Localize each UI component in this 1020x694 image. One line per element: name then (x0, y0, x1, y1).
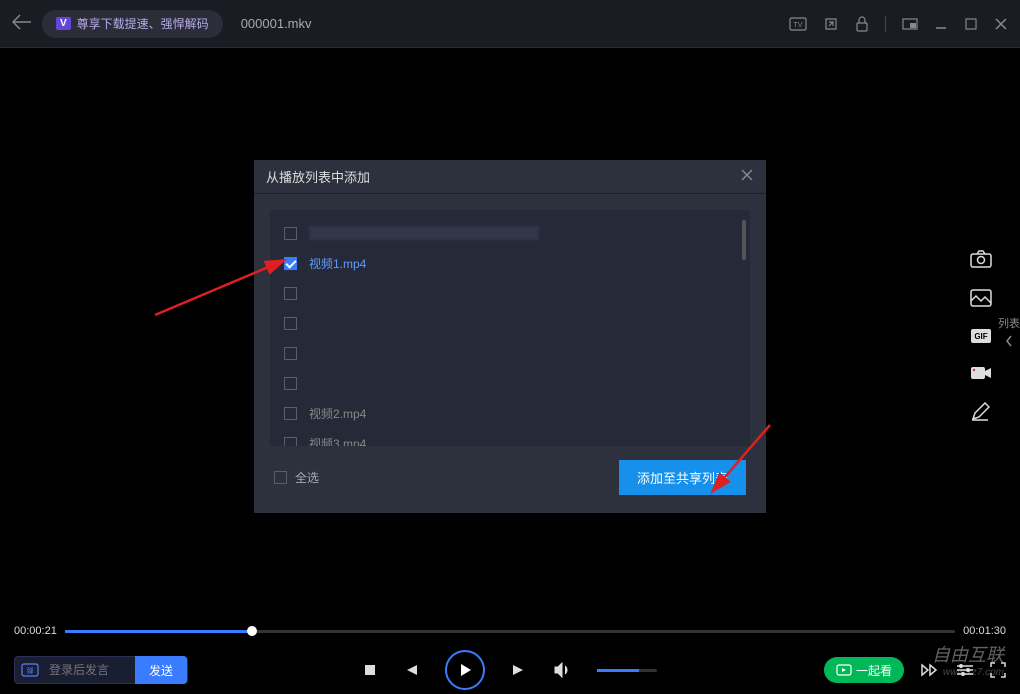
file-name: 视频2.mp4 (309, 405, 366, 422)
file-row[interactable] (270, 218, 750, 248)
file-name: 视频1.mp4 (309, 255, 366, 272)
file-checkbox[interactable] (284, 407, 297, 420)
file-row[interactable]: 视频2.mp4 (270, 398, 750, 428)
redacted-filename (309, 226, 539, 240)
file-row[interactable]: 视频1.mp4 (270, 248, 750, 278)
dialog-close-button[interactable] (740, 168, 754, 185)
dialog-footer: 全选 添加至共享列表 (270, 446, 750, 495)
file-checkbox[interactable] (284, 377, 297, 390)
dialog-body: 视频1.mp4 视频2.mp4 视频3.mp4 全选 添加至共享列表 (254, 194, 766, 513)
file-row[interactable]: 视频3.mp4 (270, 428, 750, 446)
add-to-share-list-button[interactable]: 添加至共享列表 (619, 460, 746, 495)
file-checkbox[interactable] (284, 437, 297, 447)
file-checkbox[interactable] (284, 287, 297, 300)
file-name: 视频3.mp4 (309, 435, 366, 447)
file-row[interactable] (270, 368, 750, 398)
file-row[interactable] (270, 338, 750, 368)
dialog-header: 从播放列表中添加 (254, 160, 766, 194)
file-row[interactable] (270, 278, 750, 308)
file-checkbox[interactable] (284, 317, 297, 330)
file-list[interactable]: 视频1.mp4 视频2.mp4 视频3.mp4 (270, 210, 750, 446)
select-all-checkbox[interactable]: 全选 (274, 469, 319, 486)
add-from-playlist-dialog: 从播放列表中添加 视频1.mp4 视频2.mp4 视频3.mp4 全选 添加至共享列… (254, 160, 766, 513)
checkbox-icon (274, 471, 287, 484)
select-all-label: 全选 (295, 469, 319, 486)
file-checkbox[interactable] (284, 347, 297, 360)
file-row[interactable] (270, 308, 750, 338)
dialog-title: 从播放列表中添加 (266, 167, 740, 186)
file-checkbox[interactable] (284, 227, 297, 240)
file-checkbox[interactable] (284, 257, 297, 270)
dialog-backdrop: 从播放列表中添加 视频1.mp4 视频2.mp4 视频3.mp4 全选 添加至共享列… (0, 0, 1020, 694)
scrollbar-thumb[interactable] (742, 220, 746, 260)
